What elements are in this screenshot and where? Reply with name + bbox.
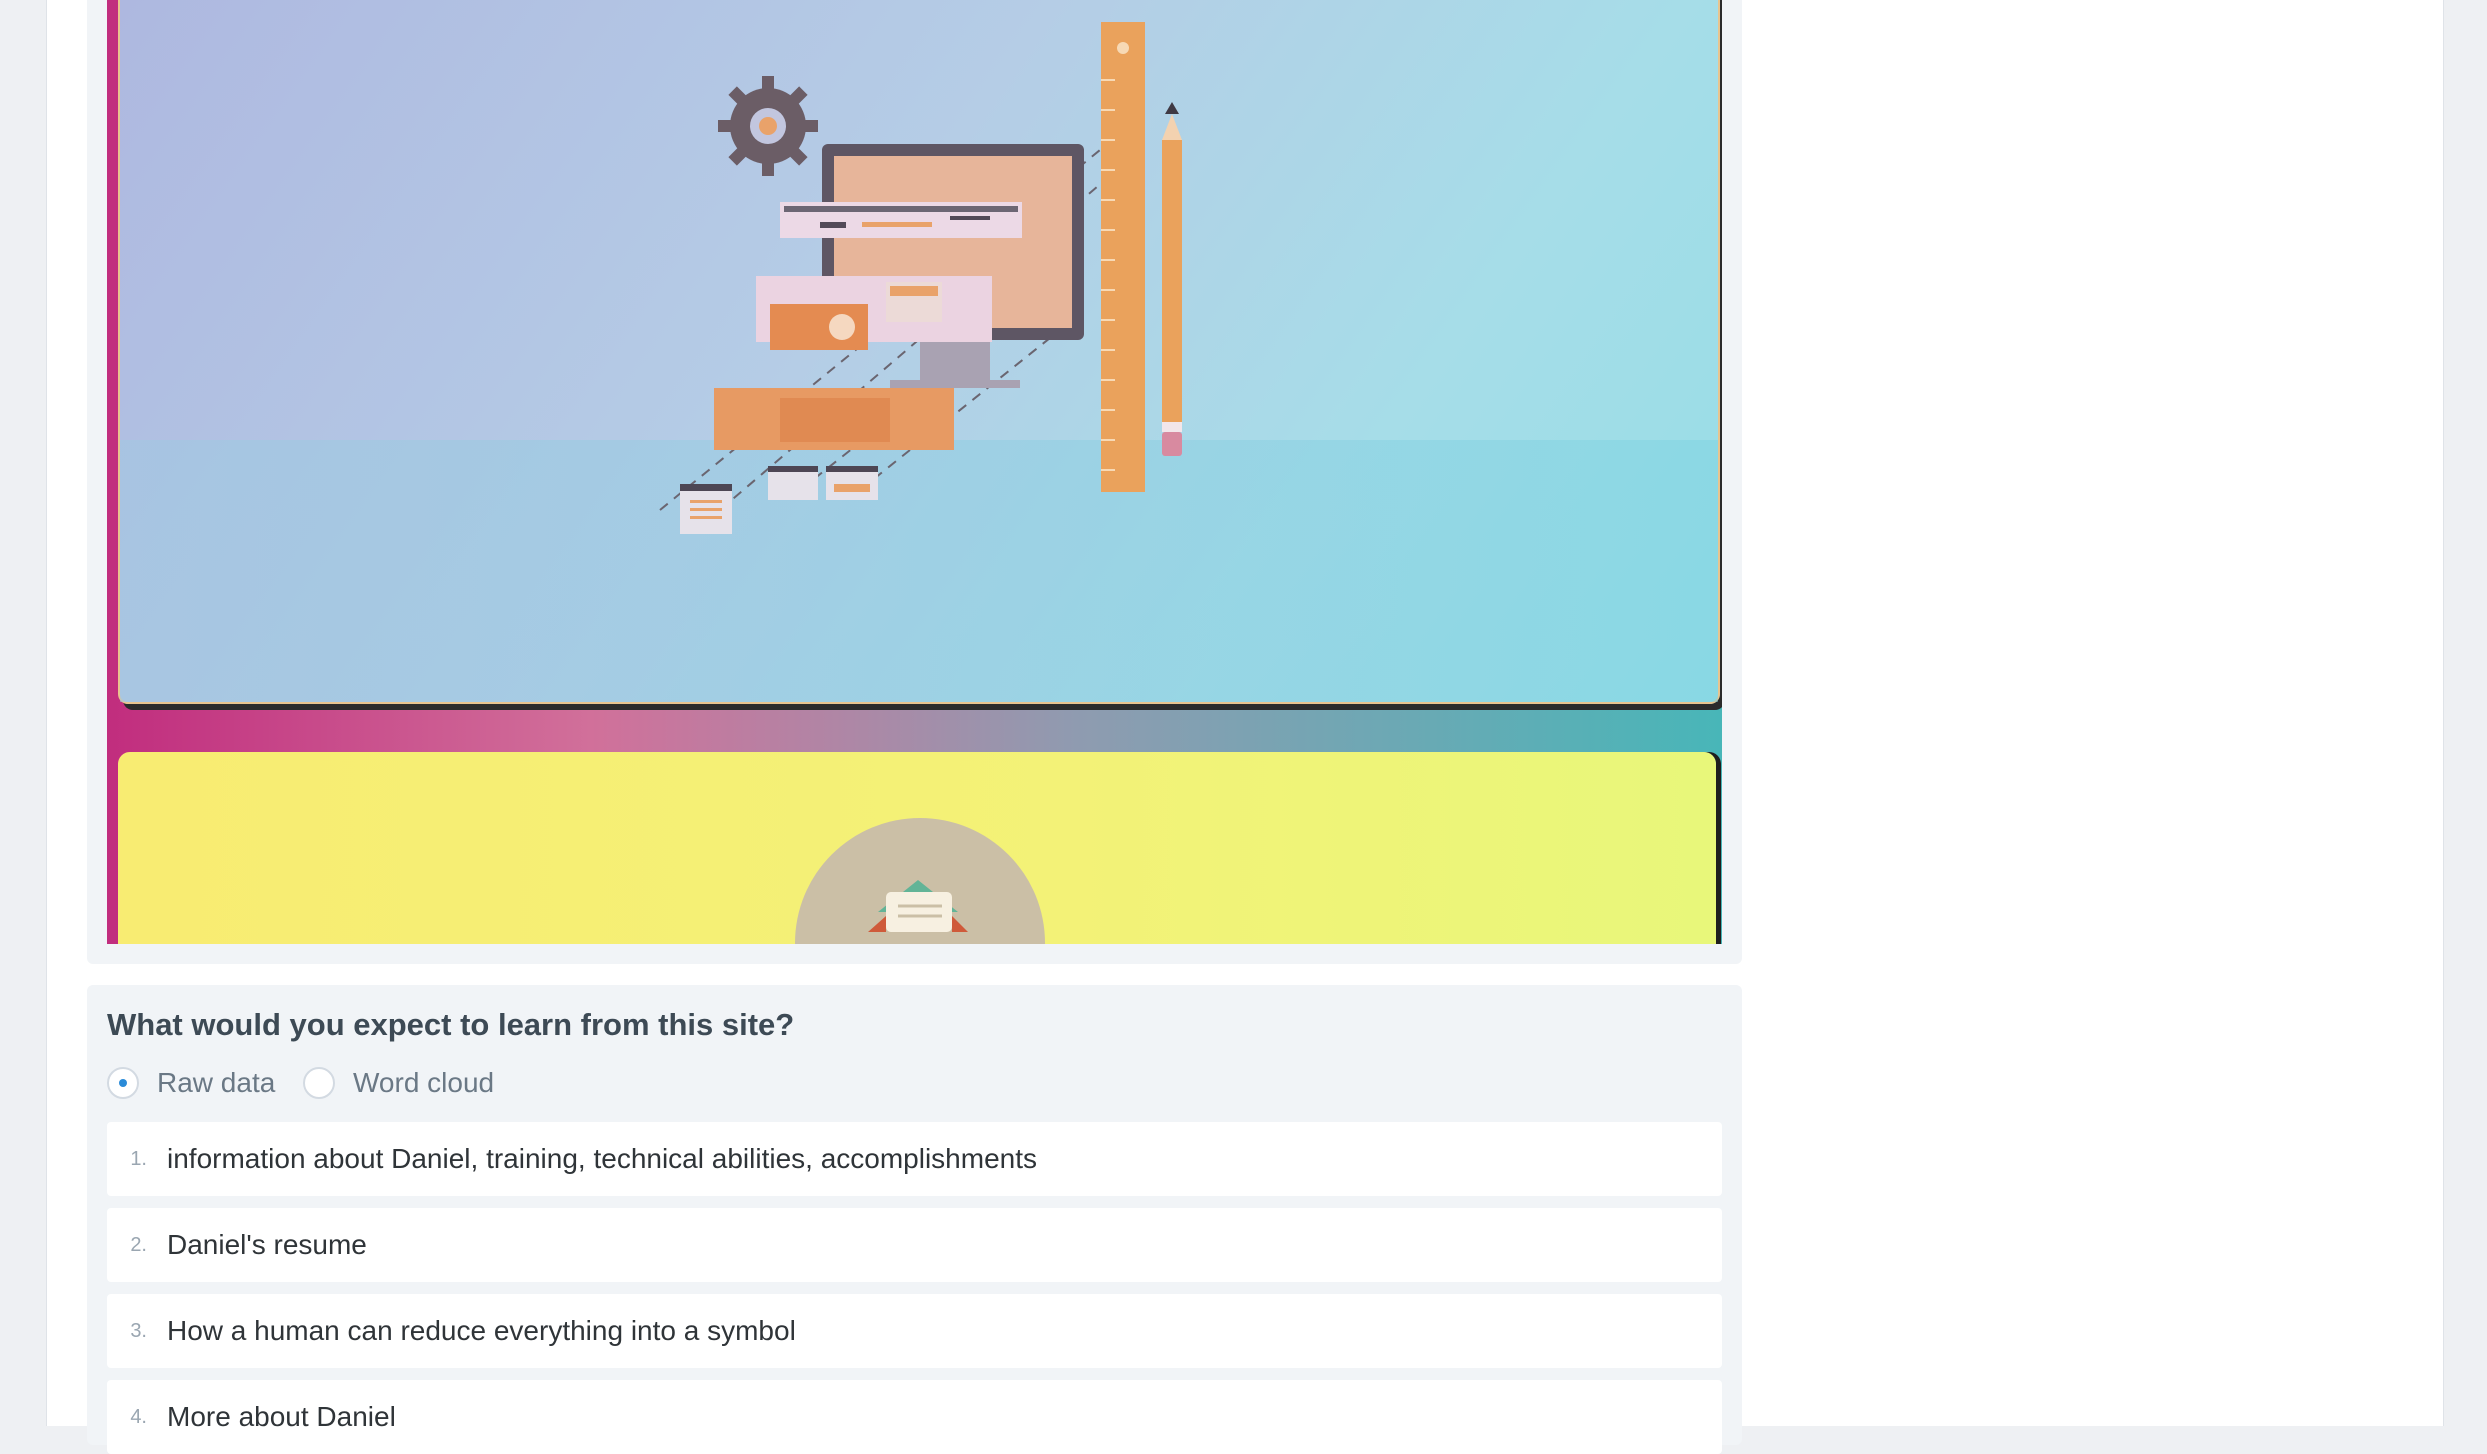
- question-card: What would you expect to learn from this…: [87, 985, 1742, 1454]
- item-number: 1.: [130, 1147, 147, 1170]
- monitor-icon: [822, 144, 1084, 388]
- list-item: 4. More about Daniel: [107, 1380, 1722, 1454]
- list-item: 2. Daniel's resume: [107, 1208, 1722, 1282]
- list-item: 1. information about Daniel, training, t…: [107, 1122, 1722, 1196]
- item-number: 2.: [130, 1233, 147, 1256]
- word-cloud-label: Word cloud: [353, 1067, 495, 1098]
- list-item: 3. How a human can reduce everything int…: [107, 1294, 1722, 1368]
- word-cloud-radio[interactable]: [303, 1067, 335, 1099]
- question-title: What would you expect to learn from this…: [107, 1007, 795, 1042]
- item-number: 4.: [130, 1405, 147, 1428]
- pencil-icon: [1162, 102, 1182, 456]
- item-text: How a human can reduce everything into a…: [167, 1315, 796, 1346]
- hero-panel: [118, 0, 1720, 704]
- ruler-icon: [1101, 22, 1145, 492]
- item-text: information about Daniel, training, tech…: [167, 1143, 1037, 1174]
- contact-panel: [118, 752, 1716, 944]
- envelope-icon: [868, 880, 968, 932]
- raw-data-radio[interactable]: [107, 1067, 139, 1099]
- item-text: More about Daniel: [167, 1401, 396, 1432]
- word-cloud-option[interactable]: Word cloud: [303, 1067, 494, 1099]
- raw-data-label: Raw data: [157, 1067, 276, 1098]
- site-screenshot-preview: [107, 0, 1722, 944]
- web-design-illustration: [659, 22, 1182, 534]
- gear-icon: [718, 76, 818, 176]
- item-text: Daniel's resume: [167, 1229, 367, 1260]
- item-number: 3.: [130, 1319, 147, 1342]
- raw-data-option[interactable]: Raw data: [107, 1067, 275, 1099]
